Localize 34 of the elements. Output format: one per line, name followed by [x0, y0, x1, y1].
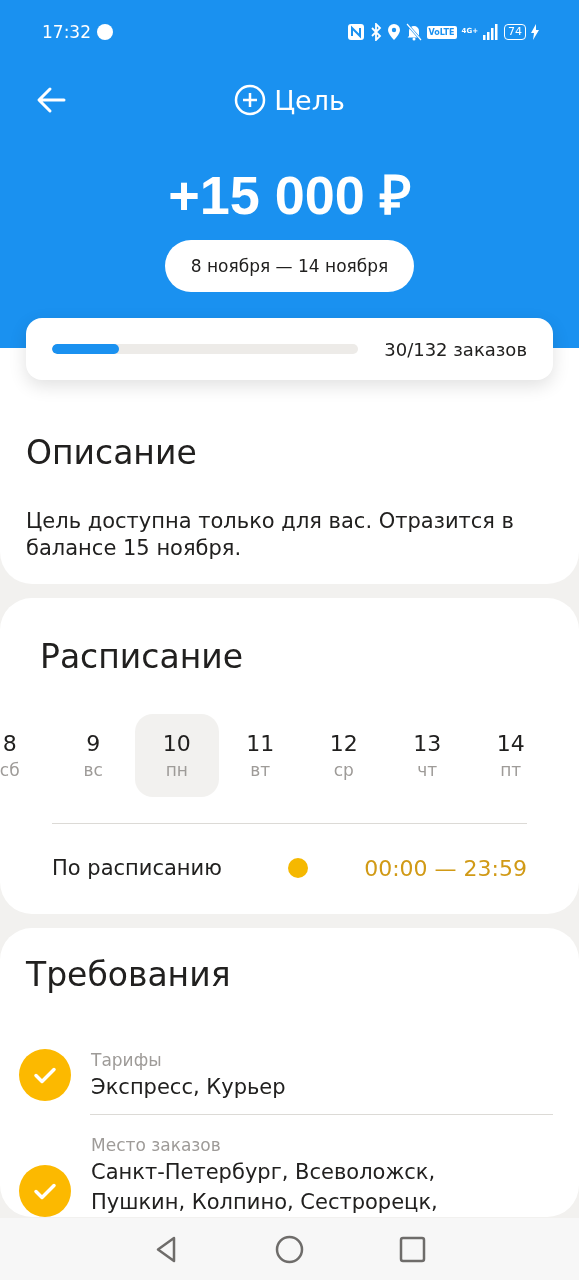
- battery-level: 74: [504, 24, 526, 40]
- day-tab[interactable]: 14 пт: [469, 714, 553, 797]
- day-tab[interactable]: 11 вт: [218, 714, 302, 797]
- bell-off-icon: [405, 23, 422, 41]
- screen-title: Цель: [274, 84, 345, 116]
- requirement-value: Санкт-Петербург, Всеволожск, Пушкин, Колпино, Сестрорецк,: [91, 1159, 439, 1216]
- section-title: Описание: [26, 432, 198, 474]
- schedule-mode: По расписанию: [52, 856, 222, 880]
- notification-icon: [97, 24, 113, 40]
- period-label: 8 ноября — 14 ноября: [164, 240, 415, 292]
- day-tab[interactable]: 9 вс: [51, 714, 135, 797]
- status-dot: [288, 858, 309, 878]
- bluetooth-icon: [369, 23, 382, 41]
- plus-circle-icon: [234, 84, 267, 116]
- requirement-label: Тарифы: [91, 1049, 163, 1072]
- location-icon: [386, 23, 401, 41]
- goal-amount: +15 000 ₽: [167, 164, 412, 227]
- status-time: 17:32: [42, 22, 91, 42]
- nfc-icon: [346, 23, 365, 41]
- day-tab[interactable]: 13 чт: [385, 714, 469, 797]
- section-title: Требования: [25, 954, 232, 996]
- back-button[interactable]: [36, 86, 66, 114]
- volte-badge: VoLTE: [426, 25, 457, 39]
- day-tab[interactable]: 12 ср: [302, 714, 386, 797]
- time-range: 00:00 — 23:59: [364, 855, 527, 881]
- description-text: Цель доступна только для вас. Отразится в балансе 15 ноября.: [26, 508, 515, 562]
- charging-icon: [531, 24, 539, 40]
- day-tab[interactable]: 8 сб: [0, 714, 52, 797]
- section-title: Расписание: [39, 636, 244, 678]
- requirement-value: Экспресс, Курьер: [91, 1074, 286, 1101]
- day-tab[interactable]: 10 пн: [135, 714, 219, 797]
- signal-icon: [483, 24, 499, 40]
- orders-count: 30/132 заказов: [384, 338, 527, 360]
- requirement-label: Место заказов: [91, 1134, 222, 1157]
